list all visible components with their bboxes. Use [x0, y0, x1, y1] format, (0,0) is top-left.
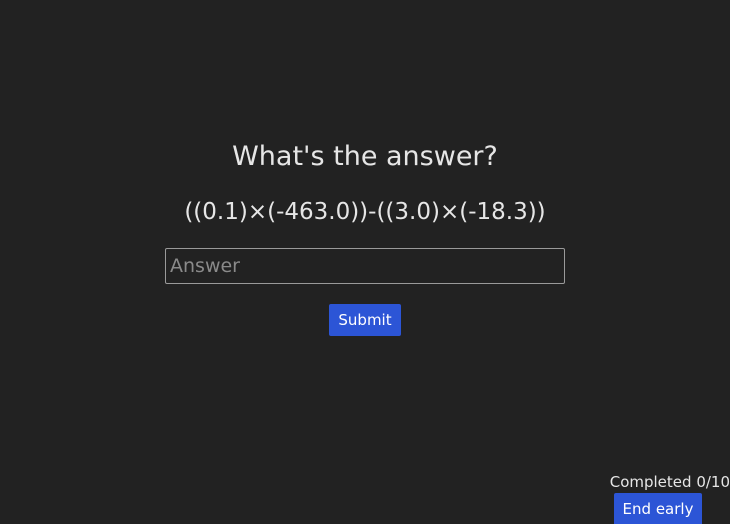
- quiz-page: What's the answer? ((0.1)×(-463.0))-((3.…: [0, 0, 730, 524]
- submit-button[interactable]: Submit: [329, 304, 401, 336]
- math-expression: ((0.1)×(-463.0))-((3.0)×(-18.3)): [184, 199, 546, 225]
- question-heading: What's the answer?: [232, 141, 498, 172]
- end-early-button[interactable]: End early: [614, 493, 702, 524]
- progress-counter: Completed 0/10: [609, 473, 730, 491]
- answer-input[interactable]: [165, 248, 565, 284]
